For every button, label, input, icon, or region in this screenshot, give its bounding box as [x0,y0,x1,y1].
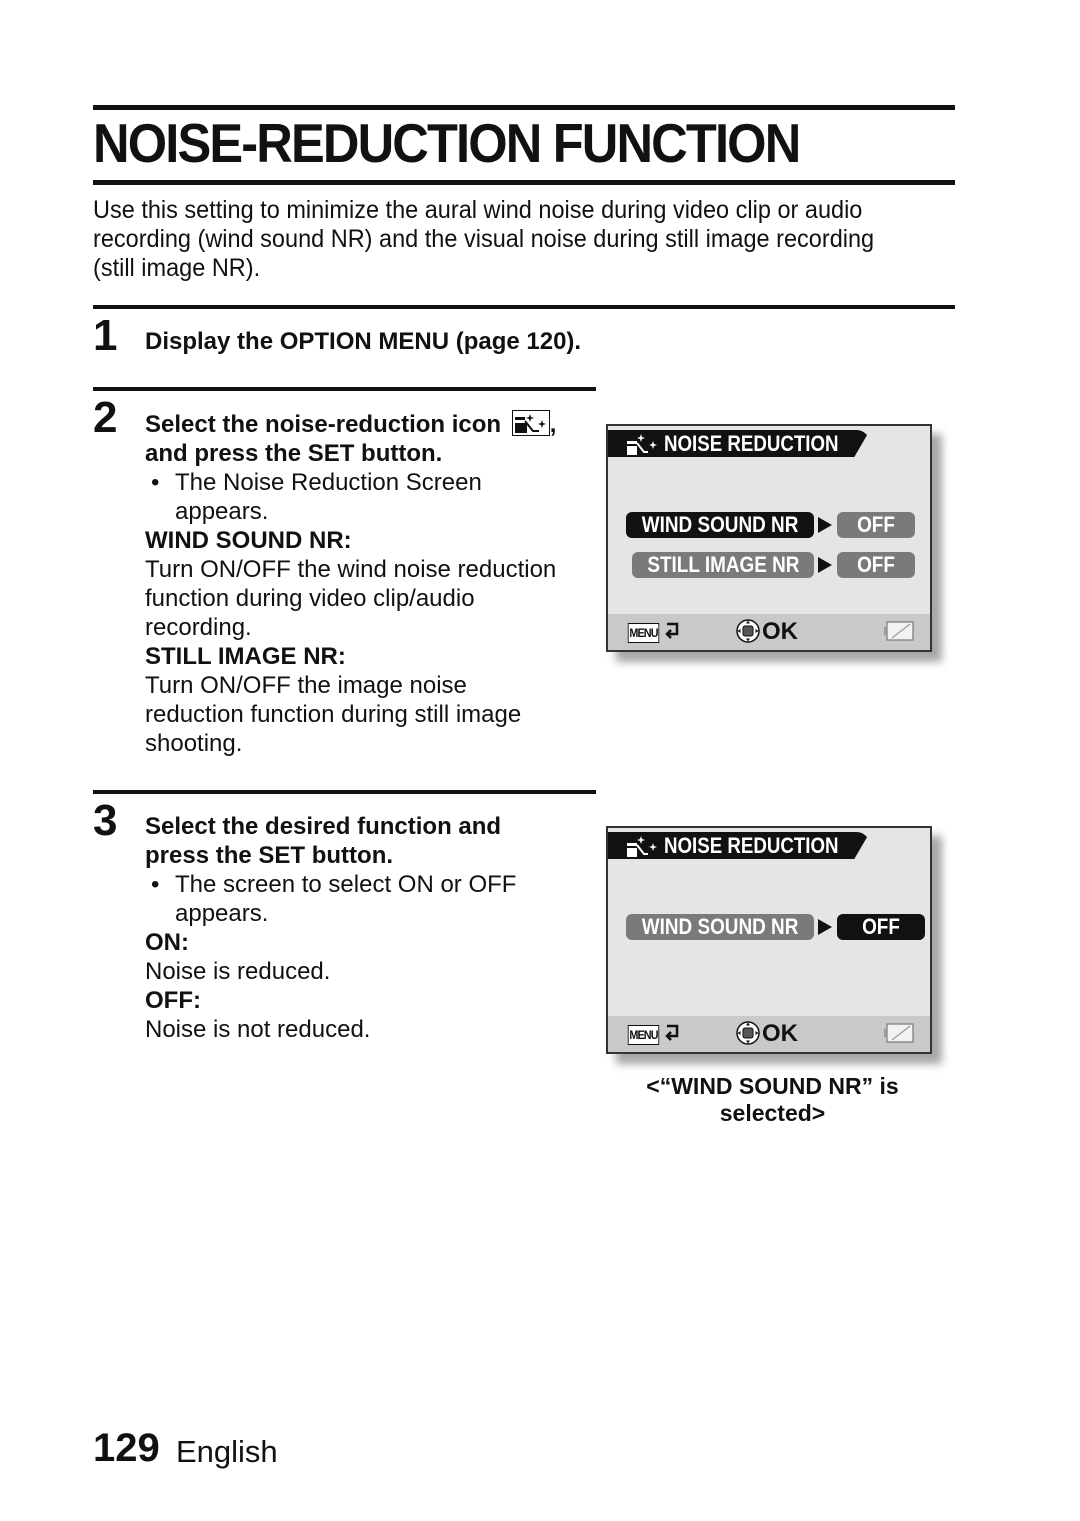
def-desc-wind-sound-nr-3: recording. [145,614,252,641]
def-desc-still-image-nr-3: shooting. [145,730,243,757]
menu-button-icon[interactable]: MENU [627,1025,660,1045]
screen-header: NOISE REDUCTION [608,832,870,859]
screen-header-label: NOISE REDUCTION [664,431,839,456]
wind-sound-nr-value-selected[interactable]: OFF [837,914,925,940]
return-icon [665,622,679,639]
wind-sound-nr-option[interactable]: WIND SOUND NR [626,512,814,538]
step-3-bullet: • The screen to select ON or OFF [145,870,585,899]
def-desc-wind-sound-nr-1: Turn ON/OFF the wind noise reduction [145,556,557,583]
step-2-body: Select the noise-reduction icon , and pr… [145,410,585,758]
step-3-heading-line2: press the SET button. [145,842,394,869]
page-title: NOISE-REDUCTION FUNCTION [93,112,801,174]
camera-screen-wind-sound-nr: NOISE REDUCTION WIND SOUND NR OFF MENU O… [606,826,932,1054]
noise-reduction-icon [627,434,657,455]
battery-icon [884,1023,914,1043]
def-desc-still-image-nr-2: reduction function during still image [145,701,522,728]
def-term-wind-sound-nr: WIND SOUND NR: [145,527,352,554]
step-2-heading-line2: and press the SET button. [145,440,443,467]
def-desc-wind-sound-nr-2: function during video clip/audio [145,585,475,612]
def-term-off: OFF: [145,987,201,1014]
right-arrow-icon [818,919,832,935]
title-rule-top [93,105,955,110]
menu-row-still-image-nr[interactable]: STILL IMAGE NR OFF [626,552,915,578]
step-1-number: 1 [93,311,118,360]
ok-label: OK [762,618,798,645]
def-desc-still-image-nr-1: Turn ON/OFF the image noise [145,672,467,699]
step-2-bullet-line2: appears. [175,498,269,525]
intro-paragraph: Use this setting to minimize the aural w… [93,196,875,282]
ok-label: OK [762,1020,798,1047]
noise-reduction-icon [627,836,657,857]
def-term-on: ON: [145,929,189,956]
right-arrow-icon [818,517,832,533]
wind-sound-nr-value[interactable]: OFF [837,512,915,538]
step-2-rule [93,387,596,391]
step-2-number: 2 [93,393,118,442]
screen-caption: <“WIND SOUND NR” is selected> [605,1073,940,1127]
def-term-still-image-nr: STILL IMAGE NR: [145,643,346,670]
step-3-body: Select the desired function and press th… [145,812,585,1044]
wind-sound-nr-option[interactable]: WIND SOUND NR [626,914,814,940]
page-language: English [176,1434,278,1469]
dpad-icon [736,619,760,643]
menu-row-wind-sound-nr[interactable]: WIND SOUND NR OFF [626,914,925,940]
step-3-heading-line1: Select the desired function and [145,813,502,840]
bullet-marker: • [151,871,160,898]
def-desc-on: Noise is reduced. [145,958,331,985]
step-1-rule [93,305,955,309]
step-2-heading-text: Select the noise-reduction icon [145,411,502,438]
step-2-heading-line1: Select the noise-reduction icon , [145,410,585,439]
step-1-heading: Display the OPTION MENU (page 120). [145,327,581,356]
menu-button-icon[interactable]: MENU [627,623,660,643]
def-desc-off: Noise is not reduced. [145,1016,371,1043]
step-2-heading-comma: , [549,411,557,438]
menu-row-wind-sound-nr[interactable]: WIND SOUND NR OFF [626,512,915,538]
screen-header-label: NOISE REDUCTION [664,833,839,858]
battery-icon [884,621,914,641]
step-3-rule [93,790,596,794]
noise-reduction-icon [511,410,550,436]
screen-header: NOISE REDUCTION [608,430,870,457]
screen-footer: MENU OK [608,1016,930,1052]
still-image-nr-value[interactable]: OFF [837,552,915,578]
camera-screen-noise-reduction: NOISE REDUCTION WIND SOUND NR OFF STILL … [606,424,932,652]
dpad-icon [736,1021,760,1045]
step-3-bullet-line1: The screen to select ON or OFF [175,871,517,898]
screen-caption-line1: <“WIND SOUND NR” is [646,1073,899,1099]
step-2-bullet-line1: The Noise Reduction Screen [175,469,482,496]
bullet-marker: • [151,469,160,496]
step-3-number: 3 [93,796,118,845]
return-icon [665,1024,679,1041]
step-2-bullet: • The Noise Reduction Screen [145,468,585,497]
right-arrow-icon [818,557,832,573]
page-number: 129 [93,1426,160,1470]
title-rule-bottom [93,180,955,185]
screen-footer: MENU OK [608,614,930,650]
step-1-heading-text: Display the OPTION MENU (page 120). [145,328,582,355]
screen-caption-line2: selected> [719,1100,826,1126]
still-image-nr-option[interactable]: STILL IMAGE NR [632,552,814,578]
step-3-bullet-line2: appears. [175,900,269,927]
